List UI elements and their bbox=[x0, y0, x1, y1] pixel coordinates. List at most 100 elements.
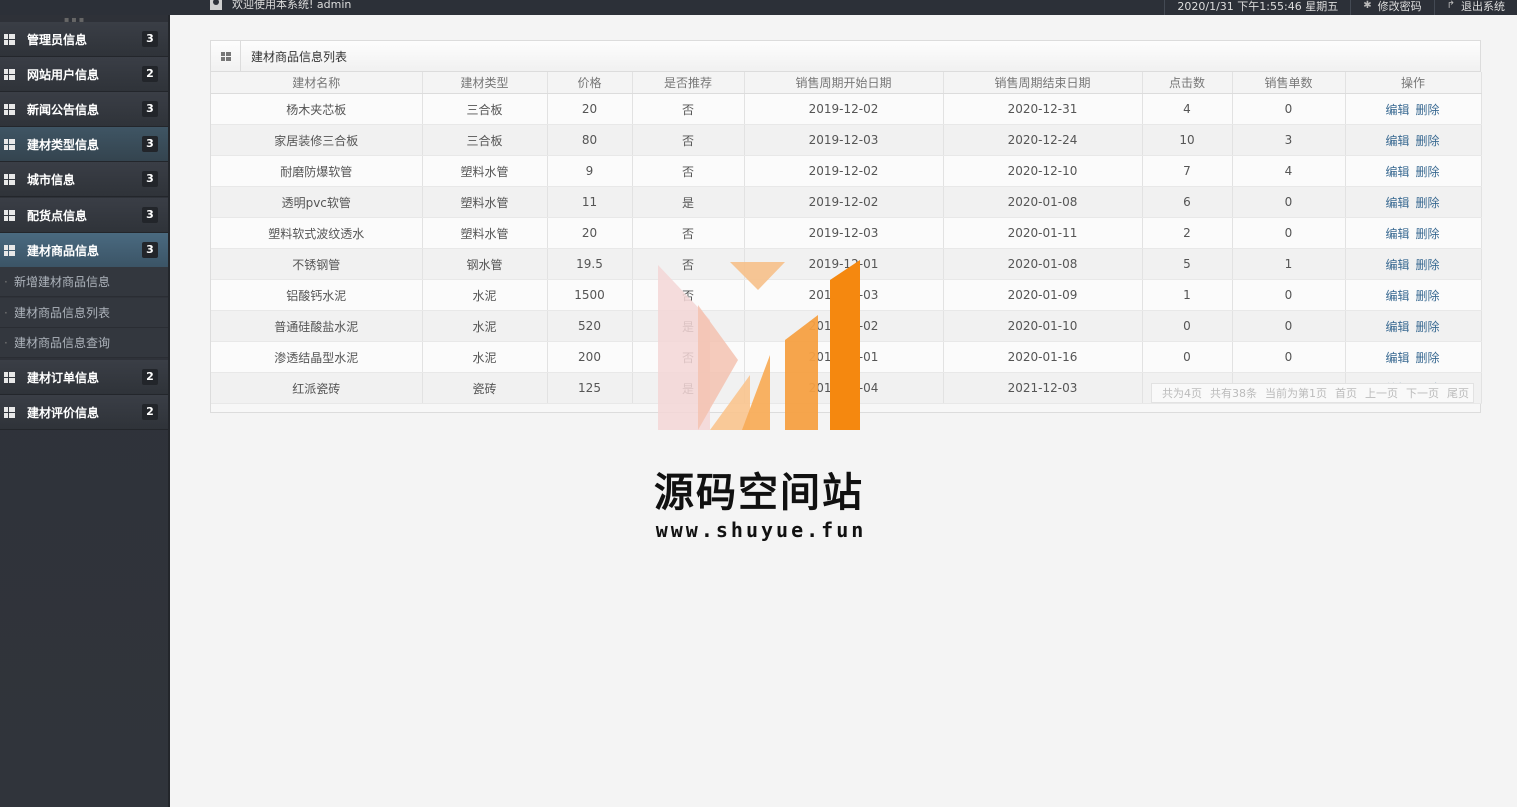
sidebar-item-6[interactable]: 配货点信息 3 bbox=[0, 198, 168, 233]
grid-icon bbox=[4, 138, 15, 150]
table-cell: 2021-12-03 bbox=[943, 372, 1143, 404]
count-badge: 2 bbox=[142, 66, 158, 82]
edit-link[interactable]: 编辑 bbox=[1386, 103, 1410, 117]
pager-last-link[interactable]: 尾页 bbox=[1447, 385, 1469, 401]
table-cell: 红派瓷砖 bbox=[211, 372, 423, 404]
count-badge: 3 bbox=[142, 242, 158, 258]
welcome-area: 欢迎使用本系统! admin bbox=[210, 0, 351, 12]
edit-link[interactable]: 编辑 bbox=[1386, 320, 1410, 334]
delete-link[interactable]: 删除 bbox=[1416, 351, 1440, 365]
logout-button[interactable]: ↱ 退出系统 bbox=[1433, 0, 1517, 15]
edit-link[interactable]: 编辑 bbox=[1386, 289, 1410, 303]
delete-link[interactable]: 删除 bbox=[1416, 227, 1440, 241]
table-cell: 2019-12-03 bbox=[744, 217, 944, 249]
count-badge: 3 bbox=[142, 101, 158, 117]
gear-icon: ✱ bbox=[1363, 0, 1372, 11]
column-header: 操作 bbox=[1345, 72, 1482, 94]
table-cell: 1 bbox=[1142, 279, 1233, 311]
pager-current: 当前为第1页 bbox=[1265, 387, 1327, 400]
table-cell: 5 bbox=[1142, 248, 1233, 280]
edit-link[interactable]: 编辑 bbox=[1386, 351, 1410, 365]
pager-prev-link[interactable]: 上一页 bbox=[1365, 385, 1398, 401]
table-cell: 不锈钢管 bbox=[211, 248, 423, 280]
grid-icon bbox=[4, 103, 15, 115]
table-cell: 1500 bbox=[547, 279, 633, 311]
row-actions: 编辑删除 bbox=[1345, 124, 1482, 156]
row-actions: 编辑删除 bbox=[1345, 341, 1482, 373]
delete-link[interactable]: 删除 bbox=[1416, 165, 1440, 179]
sidebar-item-7[interactable]: 建材商品信息 3 bbox=[0, 233, 168, 268]
delete-link[interactable]: 删除 bbox=[1416, 258, 1440, 272]
edit-link[interactable]: 编辑 bbox=[1386, 258, 1410, 272]
column-header: 销售单数 bbox=[1232, 72, 1346, 94]
edit-link[interactable]: 编辑 bbox=[1386, 134, 1410, 148]
delete-link[interactable]: 删除 bbox=[1416, 196, 1440, 210]
delete-link[interactable]: 删除 bbox=[1416, 289, 1440, 303]
watermark-name: 源码空间站 bbox=[654, 469, 864, 516]
table-cell: 2020-12-31 bbox=[943, 93, 1143, 125]
row-actions: 编辑删除 bbox=[1345, 93, 1482, 125]
column-header: 销售周期结束日期 bbox=[943, 72, 1143, 94]
sidebar-item-9[interactable]: 建材评价信息 2 bbox=[0, 395, 168, 430]
count-badge: 3 bbox=[142, 31, 158, 47]
table-cell: 三合板 bbox=[422, 93, 548, 125]
table-cell: 200 bbox=[547, 341, 633, 373]
sidebar-subitem-3[interactable]: 建材商品信息查询 bbox=[0, 328, 168, 358]
table-cell: 瓷砖 bbox=[422, 372, 548, 404]
table-cell: 三合板 bbox=[422, 124, 548, 156]
sidebar-item-label: 建材订单信息 bbox=[27, 370, 100, 385]
table-cell: 渗透结晶型水泥 bbox=[211, 341, 423, 373]
sidebar-item-label: 配货点信息 bbox=[27, 208, 88, 223]
sidebar-item-4[interactable]: 建材类型信息 3 bbox=[0, 127, 168, 162]
sidebar-item-label: 城市信息 bbox=[27, 172, 76, 187]
grid-icon bbox=[4, 244, 15, 256]
edit-link[interactable]: 编辑 bbox=[1386, 196, 1410, 210]
table-cell: 2020-01-08 bbox=[943, 248, 1143, 280]
table-cell: 2 bbox=[1142, 217, 1233, 249]
table-cell: 4 bbox=[1232, 155, 1346, 187]
table-cell: 水泥 bbox=[422, 279, 548, 311]
table-cell: 520 bbox=[547, 310, 633, 342]
count-badge: 3 bbox=[142, 136, 158, 152]
table-cell: 2020-01-16 bbox=[943, 341, 1143, 373]
edit-link[interactable]: 编辑 bbox=[1386, 165, 1410, 179]
table-cell: 水泥 bbox=[422, 341, 548, 373]
sidebar-item-1[interactable]: 管理员信息 3 bbox=[0, 22, 168, 57]
grid-icon bbox=[211, 41, 241, 71]
table-cell: 是 bbox=[632, 186, 745, 218]
table-cell: 3 bbox=[1232, 124, 1346, 156]
row-actions: 编辑删除 bbox=[1345, 186, 1482, 218]
column-header: 价格 bbox=[547, 72, 633, 94]
table-cell: 20 bbox=[547, 93, 633, 125]
change-password-button[interactable]: ✱ 修改密码 bbox=[1350, 0, 1433, 15]
table-cell: 0 bbox=[1142, 310, 1233, 342]
row-actions: 编辑删除 bbox=[1345, 155, 1482, 187]
edit-link[interactable]: 编辑 bbox=[1386, 227, 1410, 241]
table-cell: 9 bbox=[547, 155, 633, 187]
watermark-logo-icon bbox=[658, 260, 860, 430]
top-bar: 欢迎使用本系统! admin 2020/1/31 下午1:55:46 星期五 ✱… bbox=[0, 0, 1517, 15]
delete-link[interactable]: 删除 bbox=[1416, 320, 1440, 334]
sidebar-item-8[interactable]: 建材订单信息 2 bbox=[0, 360, 168, 395]
column-header: 建材名称 bbox=[211, 72, 423, 94]
delete-link[interactable]: 删除 bbox=[1416, 134, 1440, 148]
grid-icon bbox=[4, 406, 15, 418]
table-cell: 19.5 bbox=[547, 248, 633, 280]
delete-link[interactable]: 删除 bbox=[1416, 103, 1440, 117]
table-cell: 塑料水管 bbox=[422, 217, 548, 249]
column-header: 建材类型 bbox=[422, 72, 548, 94]
table-cell: 20 bbox=[547, 217, 633, 249]
table-cell: 水泥 bbox=[422, 310, 548, 342]
table-cell: 2020-01-08 bbox=[943, 186, 1143, 218]
sidebar-subitem-2[interactable]: 建材商品信息列表 bbox=[0, 298, 168, 328]
sidebar-subitem-1[interactable]: 新增建材商品信息 bbox=[0, 267, 168, 297]
table-row: 透明pvc软管 塑料水管 11 是 2019-12-02 2020-01-08 6 0 编辑 删除 bbox=[211, 186, 1482, 218]
pager-next-link[interactable]: 下一页 bbox=[1406, 385, 1439, 401]
table-cell: 6 bbox=[1142, 186, 1233, 218]
sidebar-item-5[interactable]: 城市信息 3 bbox=[0, 162, 168, 197]
sidebar-item-3[interactable]: 新闻公告信息 3 bbox=[0, 92, 168, 127]
sidebar-item-label: 建材评价信息 bbox=[27, 405, 100, 420]
sidebar-item-label: 新闻公告信息 bbox=[27, 102, 100, 117]
pager-first-link[interactable]: 首页 bbox=[1335, 385, 1357, 401]
sidebar-item-2[interactable]: 网站用户信息 2 bbox=[0, 57, 168, 92]
